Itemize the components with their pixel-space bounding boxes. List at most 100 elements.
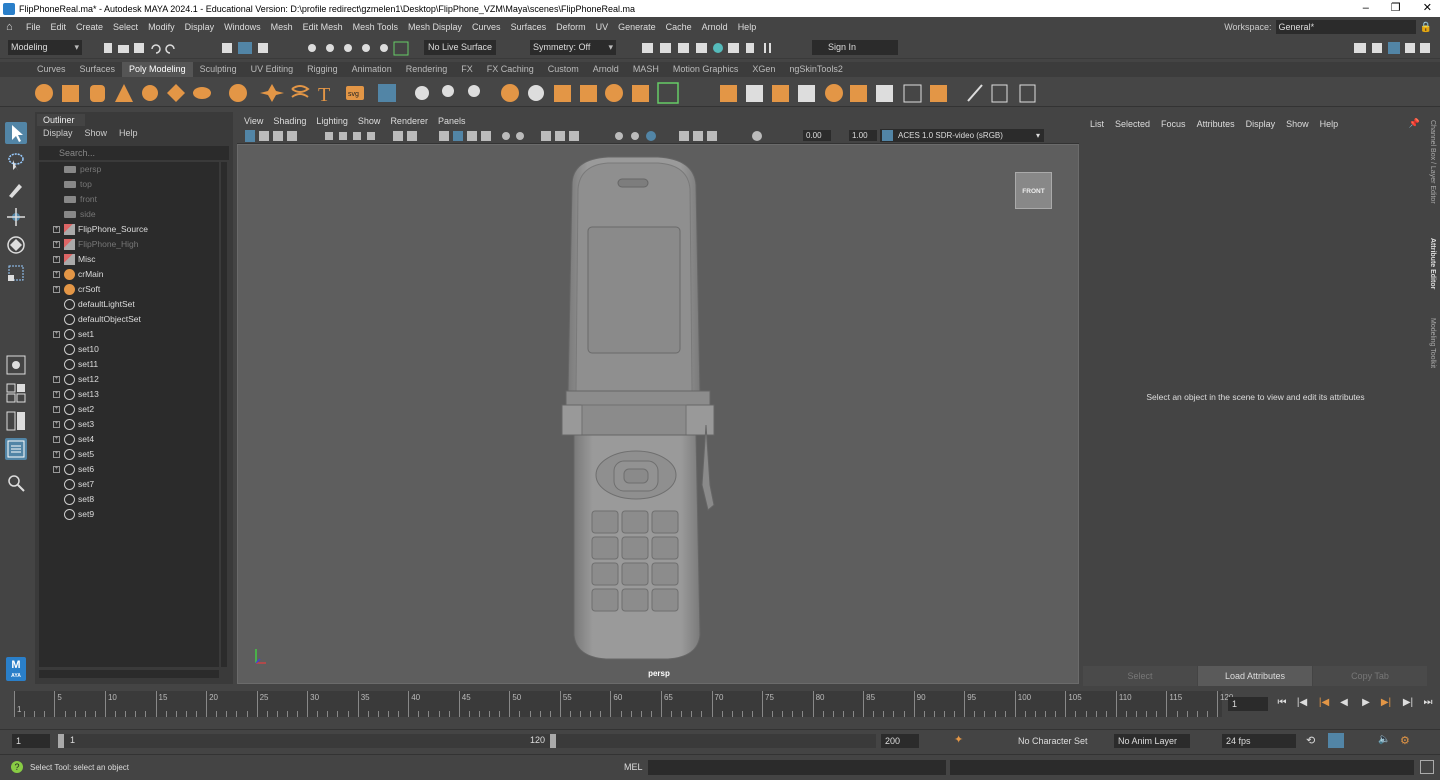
connect-icon[interactable]	[850, 85, 867, 102]
collapse-icon[interactable]	[876, 85, 893, 102]
sign-in-button[interactable]: Sign In	[812, 40, 898, 55]
ae-copy-tab-button[interactable]: Copy Tab	[1313, 666, 1427, 686]
outliner-menu-display[interactable]: Display	[43, 128, 73, 138]
paint-select-tool-icon[interactable]	[5, 178, 27, 200]
outliner-item[interactable]: defaultLightSet	[39, 297, 219, 312]
expand-icon[interactable]: +	[53, 466, 60, 473]
range-start-handle[interactable]	[58, 734, 64, 748]
menuset-dropdown[interactable]: Modeling	[8, 40, 82, 55]
viewport-menu-shading[interactable]: Shading	[273, 116, 306, 126]
expand-icon[interactable]: +	[53, 406, 60, 413]
outliner-item[interactable]: + FlipPhone_Source	[39, 222, 219, 237]
outliner-menu-show[interactable]: Show	[85, 128, 108, 138]
menu-generate[interactable]: Generate	[618, 22, 656, 32]
viewport-menu-lighting[interactable]: Lighting	[316, 116, 348, 126]
range-end-handle[interactable]	[550, 734, 556, 748]
live-surface-field[interactable]: No Live Surface	[424, 40, 496, 55]
go-to-end-icon[interactable]: ⏭	[1422, 697, 1434, 709]
current-frame-field[interactable]: 1	[1228, 697, 1268, 711]
menu-mesh[interactable]: Mesh	[271, 22, 293, 32]
viewport-menu-show[interactable]: Show	[358, 116, 381, 126]
outliner-item[interactable]: + set5	[39, 447, 219, 462]
menu-edit[interactable]: Edit	[51, 22, 67, 32]
restore-button[interactable]: ❐	[1391, 0, 1401, 16]
multi-cut-icon[interactable]	[657, 82, 679, 104]
boolean-icon[interactable]	[501, 84, 519, 102]
outliner-item[interactable]: side	[39, 207, 219, 222]
single-perspective-layout-icon[interactable]	[5, 354, 27, 376]
type-grid-icon[interactable]	[378, 84, 396, 102]
time-slider-track[interactable]: 1 5 10 15 20 25 30 35 40 45 50 55 60 65 70 75 80 85 90 95 10…	[14, 691, 1233, 717]
color-space-dropdown[interactable]: ACES 1.0 SDR-video (sRGB) ▾	[880, 129, 1044, 142]
ae-menu-attributes[interactable]: Attributes	[1197, 119, 1235, 129]
rotate-tool-icon[interactable]	[5, 234, 27, 256]
shelf-tab-custom[interactable]: Custom	[541, 62, 586, 77]
fill-hole-icon[interactable]	[798, 85, 815, 102]
shelf-tab-ngskintools2[interactable]: ngSkinTools2	[782, 62, 850, 77]
shelf-tab-curves[interactable]: Curves	[30, 62, 73, 77]
script-language-button[interactable]: MEL	[624, 762, 643, 772]
target-weld-icon[interactable]	[825, 84, 843, 102]
outliner-item[interactable]: + set12	[39, 372, 219, 387]
range-bar[interactable]: 1 120	[58, 734, 876, 748]
poly-cone-icon[interactable]	[115, 84, 133, 102]
expand-icon[interactable]: +	[53, 436, 60, 443]
animation-end-field[interactable]: 200	[881, 734, 919, 748]
poly-torus-icon[interactable]	[142, 85, 158, 101]
exposure-field[interactable]: 0.00	[803, 130, 831, 141]
append-polygon-icon[interactable]	[772, 85, 789, 102]
viewport-canvas[interactable]: FRONT persp	[237, 144, 1079, 684]
menu-windows[interactable]: Windows	[224, 22, 261, 32]
side-tab-attribute-editor[interactable]: Attribute Editor	[1429, 238, 1436, 289]
pin-icon[interactable]: 📌	[1409, 118, 1420, 129]
character-set-dropdown[interactable]: No Character Set	[1014, 734, 1100, 748]
shelf-tab-uv-editing[interactable]: UV Editing	[244, 62, 301, 77]
lock-icon[interactable]: 🔒	[1420, 22, 1432, 33]
menu-help[interactable]: Help	[738, 22, 757, 32]
select-tool-icon[interactable]	[5, 122, 27, 144]
outliner-item[interactable]: set7	[39, 477, 219, 492]
maya-badge-icon[interactable]: M AYA	[6, 657, 26, 681]
sound-icon[interactable]: 🔈	[1378, 734, 1390, 745]
auto-key-icon[interactable]: ✦	[954, 733, 963, 746]
shelf-tab-fx[interactable]: FX	[454, 62, 480, 77]
mirror-icon[interactable]	[554, 85, 571, 102]
shelf-tab-surfaces[interactable]: Surfaces	[73, 62, 123, 77]
outliner-item[interactable]: set8	[39, 492, 219, 507]
outliner-item[interactable]: + crSoft	[39, 282, 219, 297]
outliner-item[interactable]: + set1	[39, 327, 219, 342]
menu-mesh-display[interactable]: Mesh Display	[408, 22, 462, 32]
step-forward-key-icon[interactable]: ▶|	[1402, 697, 1414, 709]
outliner-item[interactable]: top	[39, 177, 219, 192]
shelf-tab-xgen[interactable]: XGen	[745, 62, 782, 77]
outliner-menu-help[interactable]: Help	[119, 128, 138, 138]
menu-display[interactable]: Display	[185, 22, 215, 32]
ae-menu-selected[interactable]: Selected	[1115, 119, 1150, 129]
expand-icon[interactable]: +	[53, 286, 60, 293]
ae-select-button[interactable]: Select	[1083, 666, 1197, 686]
menu-curves[interactable]: Curves	[472, 22, 501, 32]
poly-cylinder-icon[interactable]	[90, 85, 105, 102]
menu-modify[interactable]: Modify	[148, 22, 175, 32]
separate-icon[interactable]	[442, 85, 454, 97]
viewport-menu-view[interactable]: View	[244, 116, 263, 126]
expand-icon[interactable]: +	[53, 256, 60, 263]
outliner-item[interactable]: persp	[39, 162, 219, 177]
outliner-tab[interactable]: Outliner	[37, 114, 85, 126]
play-backwards-icon[interactable]: ◀	[1338, 697, 1350, 709]
extrude-icon[interactable]	[580, 85, 597, 102]
step-back-key-icon[interactable]: |◀	[1296, 697, 1308, 709]
remesh-icon[interactable]	[528, 85, 544, 101]
outliner-item[interactable]: + set13	[39, 387, 219, 402]
uv-editor-icon[interactable]	[903, 84, 922, 103]
poly-plane-icon[interactable]	[167, 84, 185, 102]
shelf-tab-arnold[interactable]: Arnold	[586, 62, 626, 77]
outliner-layout-icon[interactable]	[5, 438, 27, 460]
animation-preferences-icon[interactable]: ⚙	[1400, 734, 1410, 747]
lasso-tool-icon[interactable]	[5, 150, 27, 172]
offset-edge-loop-icon[interactable]	[746, 85, 763, 102]
insert-edge-loop-icon[interactable]	[720, 85, 737, 102]
menu-cache[interactable]: Cache	[666, 22, 692, 32]
poly-sphere-icon[interactable]	[35, 84, 53, 102]
expand-icon[interactable]: +	[53, 226, 60, 233]
